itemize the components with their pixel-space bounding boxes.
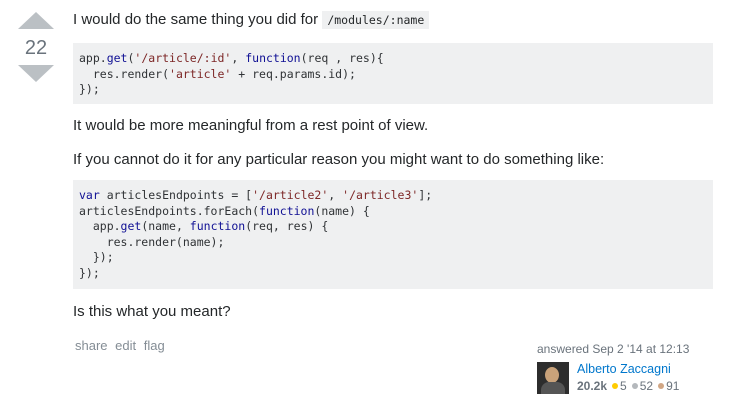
code-token: , (328, 188, 343, 202)
code-token: (req , res){ (300, 51, 384, 65)
avatar[interactable] (537, 362, 569, 394)
code-block-1: app.get('/article/:id', function(req , r… (73, 43, 713, 104)
user-info: Alberto Zaccagni 20.2k 5 52 91 (537, 362, 717, 394)
gold-badge-count: 5 (620, 379, 627, 393)
vote-controls: 22 (14, 12, 58, 82)
code-token: }); (79, 82, 100, 96)
code-token: get (106, 51, 128, 65)
paragraph-question: Is this what you meant? (73, 303, 231, 320)
code-line: articlesEndpoints.forEach(function(name)… (79, 204, 370, 218)
silver-badge-icon (631, 383, 638, 390)
avatar-body-shape (541, 382, 565, 394)
code-line: var articlesEndpoints = ['/article2', '/… (79, 188, 432, 202)
code-line: app.get(name, function(req, res) { (79, 219, 328, 233)
code-token: }); (79, 265, 100, 280)
silver-badge-count: 52 (639, 379, 654, 393)
code-token: function (259, 203, 315, 218)
code-token: res.render(name); (79, 234, 225, 249)
paragraph-alternative: If you cannot do it for any particular r… (73, 151, 605, 168)
code-line: }); (79, 250, 114, 264)
code-token: , (231, 51, 246, 65)
user-name-link[interactable]: Alberto Zaccagni (577, 362, 679, 377)
intro-paragraph: I would do the same thing you did for /m… (73, 10, 430, 30)
post-menu: share edit flag (75, 338, 169, 353)
edit-link[interactable]: edit (115, 338, 136, 353)
downvote-arrow-icon[interactable] (18, 65, 54, 82)
inline-code: /modules/:name (322, 11, 430, 29)
upvote-arrow-icon[interactable] (18, 12, 54, 29)
code-token: get (120, 219, 142, 233)
code-line: res.render('article' + req.params.id); (79, 67, 356, 81)
code-line: }); (79, 82, 100, 96)
code-token: '/article3' (342, 188, 419, 202)
share-link[interactable]: share (75, 338, 108, 353)
code-token: app. (79, 219, 121, 233)
code-token: app. (79, 51, 107, 65)
reputation-row: 20.2k 5 52 91 (577, 379, 679, 393)
reputation-score: 20.2k (577, 379, 608, 393)
code-token: var (79, 188, 100, 202)
code-line: res.render(name); (79, 234, 225, 249)
code-token: 'article' (169, 66, 232, 81)
code-token: (name, (141, 219, 190, 233)
flag-link[interactable]: flag (144, 338, 165, 353)
paragraph-rest-point: It would be more meaningful from a rest … (73, 117, 429, 134)
user-details: Alberto Zaccagni 20.2k 5 52 91 (577, 362, 679, 394)
user-signature: answered Sep 2 '14 at 12:13 Alberto Zacc… (537, 341, 717, 394)
code-token: '/article/:id' (134, 51, 232, 65)
bronze-badge-icon (658, 383, 665, 390)
code-token: }); (79, 250, 114, 264)
bronze-badge-count: 91 (666, 379, 680, 393)
code-line: app.get('/article/:id', function(req , r… (79, 51, 384, 65)
code-token: articlesEndpoints.forEach( (79, 203, 260, 218)
intro-text: I would do the same thing you did for (73, 11, 319, 28)
code-block-2: var articlesEndpoints = ['/article2', '/… (73, 180, 713, 289)
code-token: articlesEndpoints = [ (99, 188, 253, 202)
vote-count: 22 (24, 37, 48, 59)
code-token: function (245, 51, 301, 65)
code-token: + req.params.id); (231, 66, 356, 81)
code-token: res.render( (79, 66, 170, 81)
code-token: function (189, 219, 246, 233)
code-token: '/article2' (252, 188, 329, 202)
code-token: (name) { (314, 203, 370, 218)
avatar-face-shape (545, 367, 559, 383)
gold-badge-icon (612, 383, 619, 390)
code-line: }); (79, 266, 100, 280)
code-token: ]; (418, 188, 433, 202)
code-token: (req, res) { (245, 219, 329, 233)
answered-time: answered Sep 2 '14 at 12:13 (537, 342, 690, 356)
